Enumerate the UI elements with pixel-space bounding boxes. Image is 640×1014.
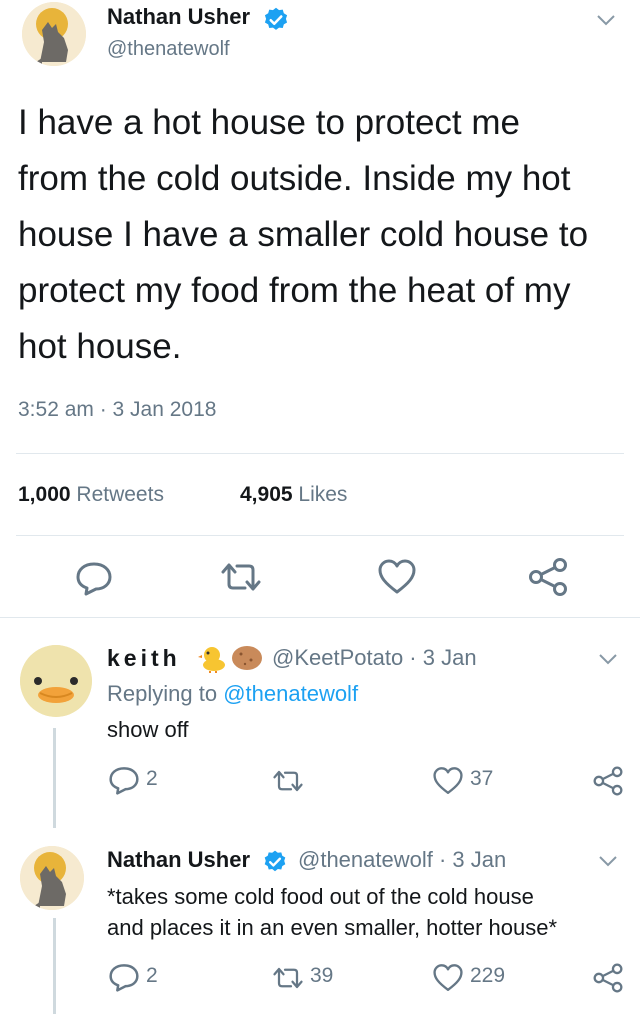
reply-count: 2 (146, 767, 158, 790)
tweet-text: I have a hot house to protect me from th… (18, 95, 588, 375)
reply-icon[interactable] (74, 560, 114, 596)
reply-avatar[interactable] (20, 645, 92, 717)
reply-text-line: and places it in an even smaller, hotter… (107, 915, 558, 940)
like-count: 229 (470, 964, 506, 987)
likes-stat[interactable]: 4,905 Likes (240, 483, 347, 507)
retweets-stat[interactable]: 1,000 Retweets (18, 483, 164, 507)
like-icon[interactable] (432, 766, 464, 796)
reply-text: show off (107, 717, 189, 742)
thread-line (53, 918, 56, 1014)
retweet-icon[interactable] (270, 768, 306, 794)
retweets-count: 1,000 (18, 483, 71, 506)
reply-icon[interactable] (107, 765, 141, 795)
reply-author-name[interactable]: keith (107, 645, 181, 672)
reply-author-name[interactable]: Nathan Usher (107, 847, 250, 873)
reply-avatar[interactable] (20, 846, 84, 910)
reply-icon[interactable] (107, 962, 141, 992)
reply-text-line: *takes some cold food out of the cold ho… (107, 884, 534, 909)
chevron-down-icon[interactable] (596, 849, 620, 873)
thread-line (53, 728, 56, 828)
reply-handle-date[interactable]: @KeetPotato · 3 Jan (272, 645, 477, 671)
like-count: 37 (470, 767, 494, 790)
reply-text: *takes some cold food out of the cold ho… (107, 881, 557, 943)
chick-emoji-icon (198, 647, 225, 673)
tweet-text-line: I have a hot house to protect me (18, 103, 520, 142)
tweet-timestamp[interactable]: 3:52 am · 3 Jan 2018 (18, 398, 216, 422)
author-name[interactable]: Nathan Usher (107, 4, 250, 30)
tweet-text-line: hot house. (18, 327, 182, 366)
divider (16, 535, 624, 536)
retweet-count: 39 (310, 964, 334, 987)
reply-count: 2 (146, 964, 158, 987)
author-avatar[interactable] (22, 2, 86, 66)
retweet-icon[interactable] (270, 965, 306, 991)
potato-emoji-icon (232, 646, 262, 670)
likes-label: Likes (298, 483, 348, 506)
divider (0, 617, 640, 618)
likes-count: 4,905 (240, 483, 293, 506)
replying-to-prefix: Replying to (107, 681, 218, 706)
share-icon[interactable] (527, 557, 569, 597)
share-icon[interactable] (592, 765, 624, 797)
tweet-text-line: house I have a smaller cold house to (18, 215, 589, 254)
reply-handle-date[interactable]: @thenatewolf · 3 Jan (298, 847, 506, 873)
retweets-label: Retweets (76, 483, 164, 506)
divider (16, 453, 624, 454)
retweet-icon[interactable] (217, 560, 265, 594)
tweet-text-line: from the cold outside. Inside my hot (18, 159, 571, 198)
replying-to-handle[interactable]: @thenatewolf (223, 681, 358, 706)
share-icon[interactable] (592, 962, 624, 994)
verified-badge-icon (264, 7, 288, 30)
tweet-text-line: protect my food from the heat of my (18, 271, 571, 310)
chevron-down-icon[interactable] (596, 647, 620, 671)
like-icon[interactable] (432, 963, 464, 993)
author-handle[interactable]: @thenatewolf (107, 38, 230, 61)
replying-to-line: Replying to @thenatewolf (107, 681, 358, 707)
like-icon[interactable] (377, 558, 417, 596)
chevron-down-icon[interactable] (594, 8, 618, 32)
verified-badge-icon (264, 850, 286, 872)
